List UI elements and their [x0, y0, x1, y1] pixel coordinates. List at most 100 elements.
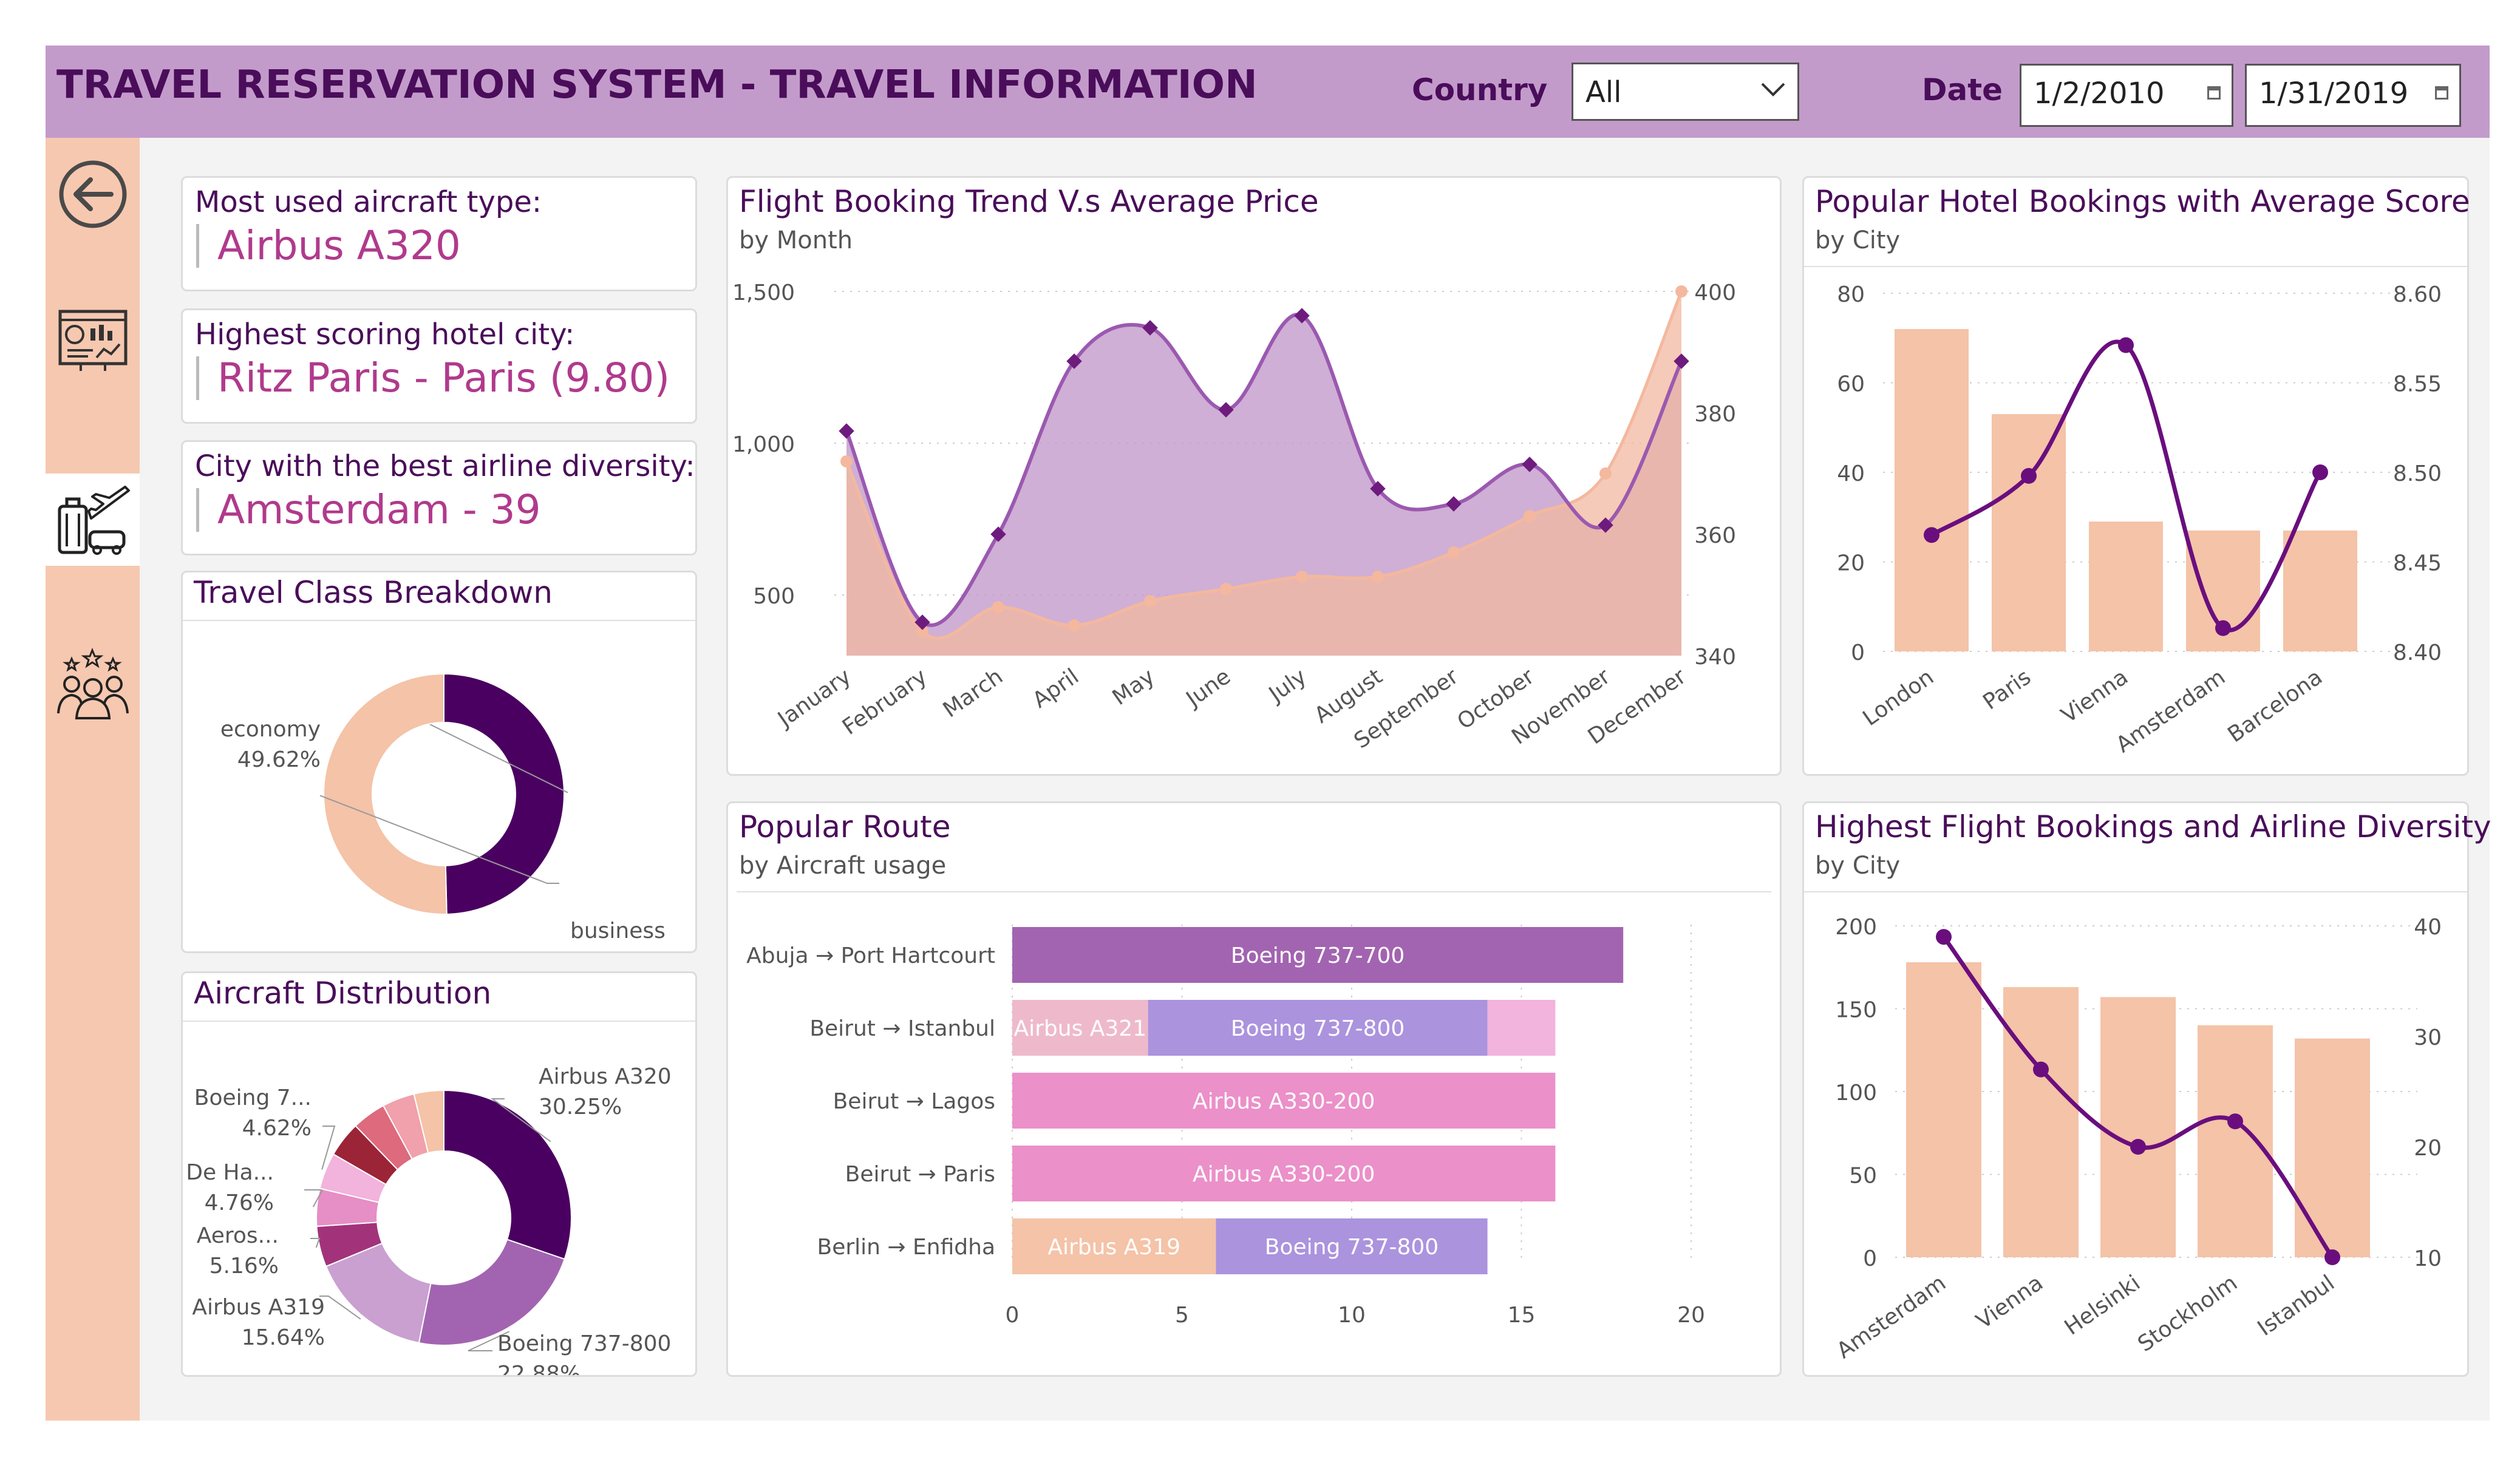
divider: [1804, 266, 2467, 267]
segment-label: Boeing 737-800: [1231, 1016, 1405, 1041]
price-point: [1524, 510, 1536, 522]
bar: [1906, 962, 1981, 1257]
kpi-value: Amsterdam - 39: [196, 488, 541, 532]
y-right-tick-label: 400: [1694, 280, 1736, 305]
card-title: Flight Booking Trend V.s Average Price: [739, 184, 1319, 219]
bar: [2100, 997, 2176, 1257]
route-label: Abuja → Port Hartcourt: [746, 943, 995, 968]
route-label: Berlin → Enfidha: [817, 1235, 995, 1260]
sidebar-item-customers[interactable]: [46, 639, 140, 730]
x-tick-label: April: [1028, 664, 1083, 713]
slice-percent: 30.25%: [539, 1095, 622, 1119]
card-title: Popular Hotel Bookings with Average Scor…: [1815, 184, 2470, 219]
y-left-tick-label: 1,500: [732, 280, 795, 305]
line-point: [2215, 620, 2231, 636]
flight-diversity-card: Highest Flight Bookings and Airline Dive…: [1802, 801, 2491, 1377]
y-left-tick-label: 40: [1837, 461, 1865, 486]
kpi-value: Airbus A320: [196, 224, 461, 268]
y-left-tick-label: 0: [1863, 1246, 1877, 1271]
y-left-tick-label: 100: [1835, 1081, 1877, 1105]
y-right-tick-label: 20: [2414, 1136, 2442, 1161]
x-tick-label: Vienna: [2057, 665, 2133, 728]
line-point: [1936, 929, 1952, 945]
y-right-tick-label: 8.50: [2393, 461, 2442, 486]
back-arrow-icon: [59, 160, 126, 228]
y-left-tick-label: 200: [1835, 915, 1877, 940]
travel-class-card: Travel Class Breakdown economy 49.62% busi…: [181, 571, 697, 953]
x-tick-label: 5: [1175, 1303, 1189, 1328]
line-point: [2033, 1061, 2049, 1078]
kpi-label: Most used aircraft type:: [195, 185, 542, 219]
y-left-tick-label: 50: [1849, 1164, 1877, 1189]
kpi-card-hotel-city: Highest scoring hotel city: Ritz Paris -…: [181, 308, 697, 424]
popular-route-bar-chart: 0 5 10 15 20 Abuja → Port Hartcourt Boeing 737…: [746, 925, 1705, 1328]
price-point: [1144, 595, 1156, 607]
price-point: [1296, 571, 1308, 583]
x-tick-label: London: [1859, 665, 1939, 731]
card-title: Highest Flight Bookings and Airline Dive…: [1815, 809, 2491, 844]
line-point: [2021, 467, 2037, 484]
card-title: Travel Class Breakdown: [194, 575, 553, 610]
y-left-tick-label: 20: [1837, 551, 1865, 576]
card-subtitle: by Aircraft usage: [739, 852, 947, 880]
y-right-tick-label: 8.55: [2393, 372, 2442, 397]
y-right-tick-label: 340: [1694, 645, 1736, 670]
slice-percent: 22.88%: [497, 1362, 581, 1375]
y-right-tick-label: 40: [2414, 915, 2442, 940]
flight-diversity-combo-chart: 0 50 100 150 200 10 20 30 40 Amsterdam Vienna Helsi…: [1833, 915, 2442, 1364]
popular-route-card: Popular Route by Aircraft usage 0 5 10 15 20…: [726, 801, 1782, 1377]
y-left-tick-label: 0: [1851, 640, 1865, 665]
bar: [1895, 329, 1969, 651]
chevron-down-icon: [1761, 83, 1785, 97]
bar: [2283, 530, 2357, 651]
sidebar-item-travel[interactable]: [46, 474, 140, 566]
x-tick-label: Vienna: [1972, 1271, 2048, 1334]
x-tick-label: Stockholm: [2133, 1271, 2242, 1357]
x-tick-label: Amsterdam: [1833, 1271, 1951, 1364]
slice-label: De Ha...: [186, 1160, 274, 1185]
sidebar-item-report[interactable]: [46, 296, 140, 387]
flight-trend-card: Flight Booking Trend V.s Average Price b…: [726, 176, 1782, 776]
card-subtitle: by City: [1815, 226, 1901, 254]
bar: [2003, 987, 2079, 1257]
x-tick-label: Helsinki: [2060, 1271, 2145, 1340]
calendar-icon[interactable]: [2435, 86, 2448, 100]
calendar-icon[interactable]: [2207, 86, 2221, 100]
slice-label: economy: [220, 717, 321, 742]
x-tick-label: Amsterdam: [2112, 665, 2230, 758]
date-filter-label: Date: [1922, 72, 2003, 107]
price-point: [1068, 619, 1080, 631]
donut-slice: [418, 1238, 565, 1346]
x-tick-label: February: [838, 664, 931, 740]
country-dropdown[interactable]: All: [1572, 63, 1799, 121]
x-tick-label: March: [939, 664, 1007, 723]
date-start-input[interactable]: 1/2/2010: [2020, 64, 2233, 127]
y-left-tick-label: 1,000: [732, 432, 795, 457]
slice-percent: 50.38%: [570, 949, 653, 950]
dashboard-report-icon: [58, 310, 127, 371]
route-label: Beirut → Lagos: [833, 1089, 995, 1114]
date-end-input[interactable]: 1/31/2019: [2245, 64, 2461, 127]
line-point: [2324, 1249, 2340, 1265]
bar: [2198, 1025, 2273, 1257]
x-tick-label: Paris: [1978, 665, 2035, 715]
bar: [2089, 521, 2163, 651]
country-filter-label: Country: [1412, 72, 1548, 107]
segment-label: Airbus A330-200: [1193, 1089, 1375, 1114]
divider: [183, 1021, 695, 1022]
price-point: [1599, 467, 1612, 480]
y-right-tick-label: 8.40: [2393, 640, 2442, 665]
divider: [183, 620, 695, 621]
bar: [2295, 1038, 2370, 1257]
y-right-tick-label: 30: [2414, 1025, 2442, 1050]
price-point: [840, 455, 853, 467]
line-point: [2227, 1113, 2243, 1130]
luggage-plane-icon: [58, 485, 130, 555]
header-bar: TRAVEL RESERVATION SYSTEM - TRAVEL INFOR…: [46, 46, 2490, 138]
travel-class-donut-chart: economy 49.62% business 50.38%: [220, 673, 666, 950]
back-button[interactable]: [46, 150, 140, 238]
divider: [1804, 891, 2467, 892]
hotel-bookings-card: Popular Hotel Bookings with Average Scor…: [1802, 176, 2470, 776]
y-left-tick-label: 500: [753, 584, 795, 609]
slice-percent: 4.76%: [205, 1190, 274, 1215]
